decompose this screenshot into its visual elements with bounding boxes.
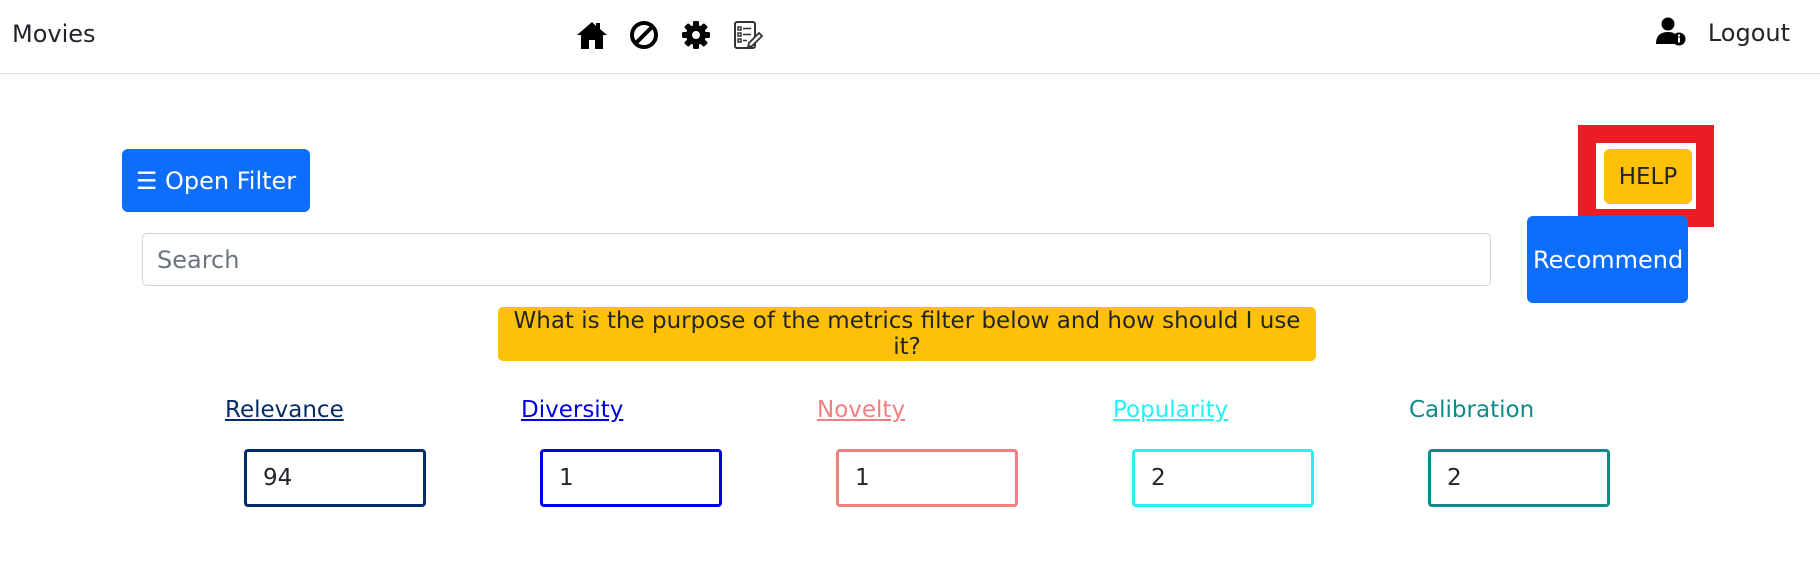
search-input[interactable] (142, 233, 1491, 286)
metric-label-diversity[interactable]: Diversity (521, 397, 623, 423)
metric-label-relevance[interactable]: Relevance (225, 397, 344, 423)
user-info-icon[interactable] (1655, 16, 1686, 50)
top-navbar: Movies Logout (0, 0, 1820, 74)
brand-title[interactable]: Movies (12, 20, 96, 48)
logout-link[interactable]: Logout (1708, 19, 1790, 47)
recommend-button[interactable]: Recommend (1527, 216, 1688, 303)
metric-label-novelty[interactable]: Novelty (817, 397, 905, 423)
user-area: Logout (1655, 16, 1790, 50)
metric-input-calibration[interactable] (1428, 449, 1610, 507)
help-button[interactable]: HELP (1604, 149, 1692, 204)
nav-icon-group (575, 18, 765, 52)
checklist-edit-icon[interactable] (731, 18, 765, 52)
metric-input-novelty[interactable] (836, 449, 1018, 507)
metrics-help-question-button[interactable]: What is the purpose of the metrics filte… (498, 307, 1316, 361)
metric-label-popularity[interactable]: Popularity (1113, 397, 1228, 423)
metric-label-calibration[interactable]: Calibration (1409, 397, 1534, 423)
home-icon[interactable] (575, 18, 609, 52)
ban-icon[interactable] (627, 18, 661, 52)
metric-input-popularity[interactable] (1132, 449, 1314, 507)
metric-input-relevance[interactable] (244, 449, 426, 507)
open-filter-button[interactable]: ☰ Open Filter (122, 149, 310, 212)
metric-input-diversity[interactable] (540, 449, 722, 507)
gear-icon[interactable] (679, 18, 713, 52)
